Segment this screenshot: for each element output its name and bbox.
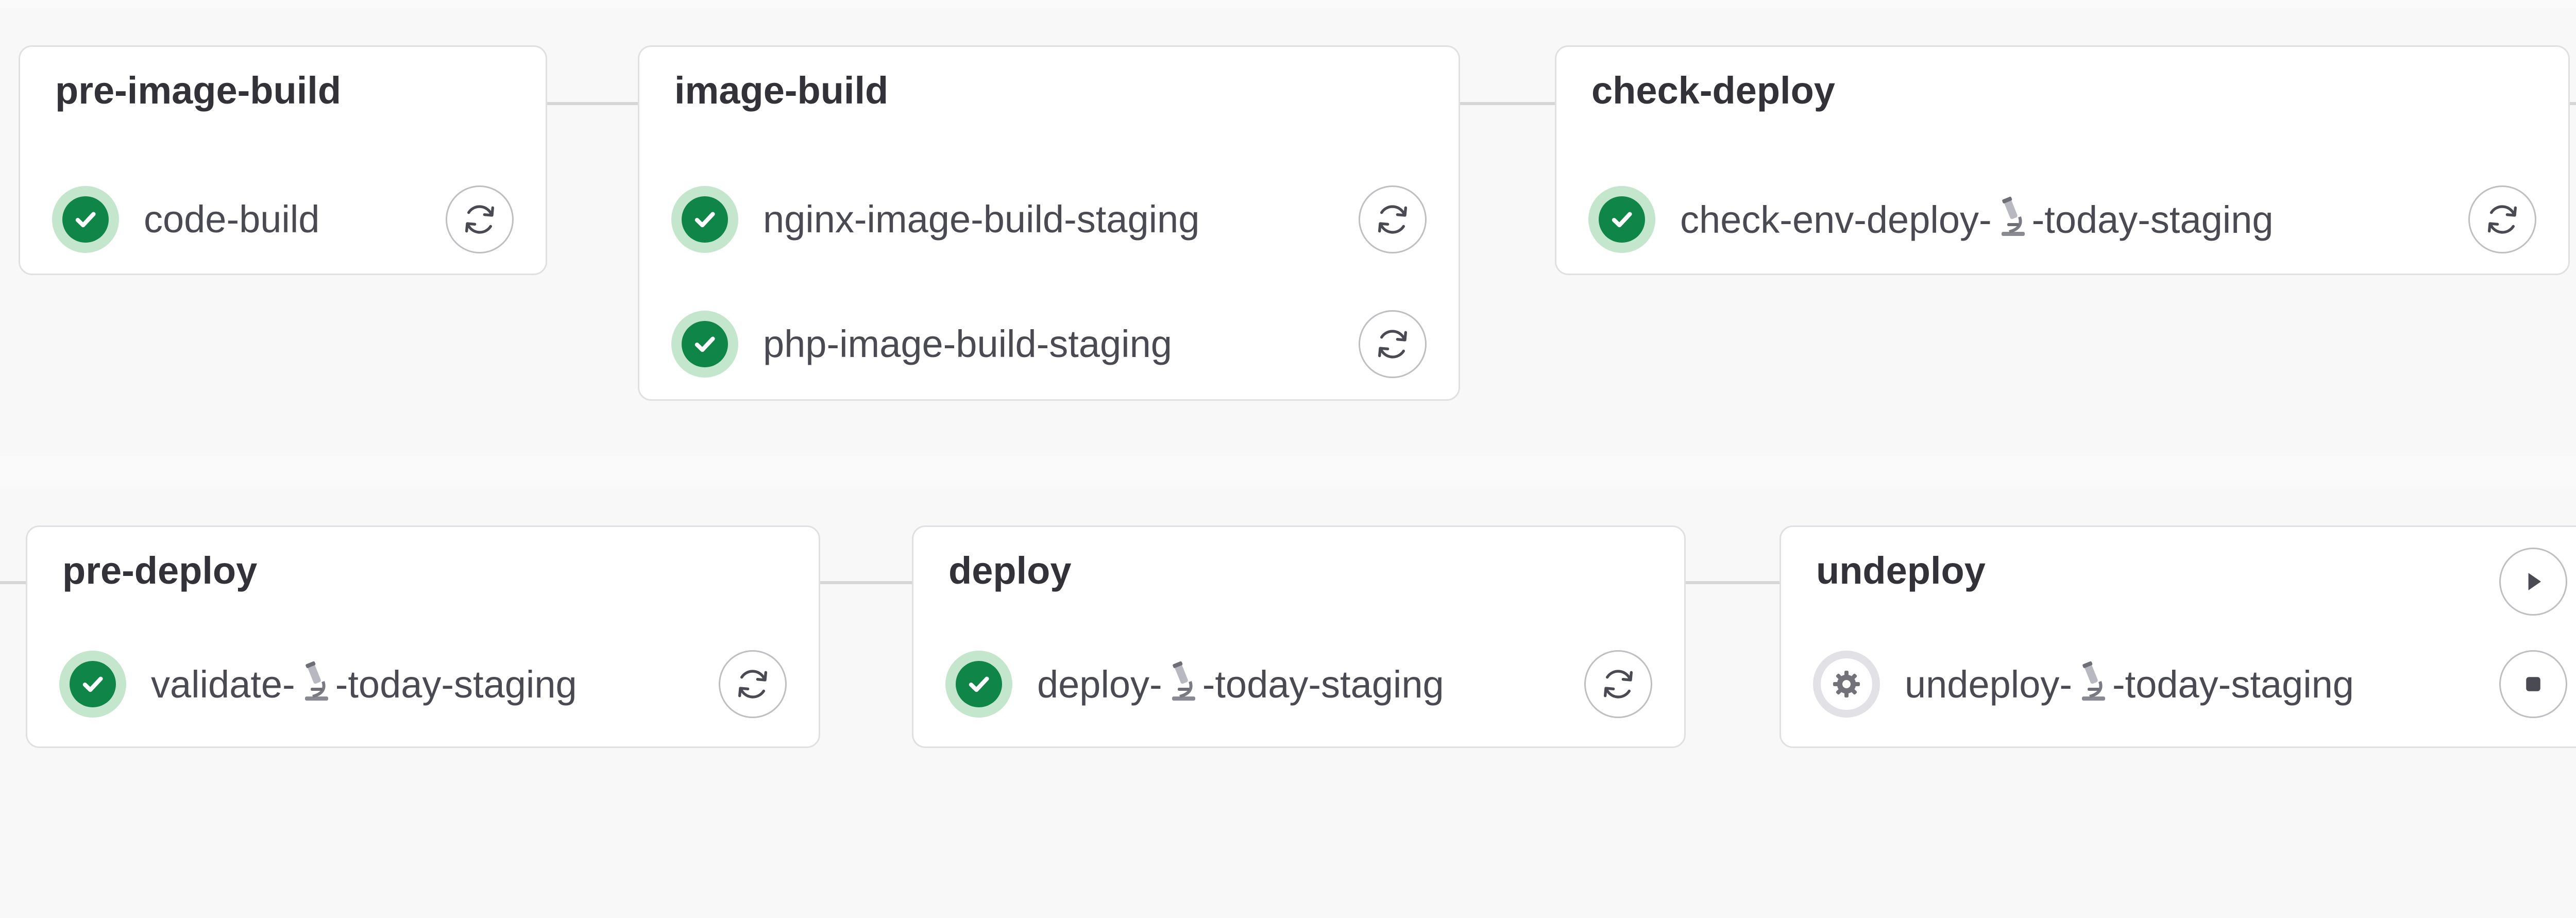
job-nginx-image-build-staging[interactable]: nginx-image-build-staging xyxy=(671,185,1427,253)
stage-connector xyxy=(2570,102,2576,105)
stage-undeploy: undeploy undeploy- -today-staging xyxy=(1780,525,2576,748)
retry-icon[interactable] xyxy=(1359,185,1427,253)
microscope-emoji-icon xyxy=(1164,660,1200,708)
job-name: nginx-image-build-staging xyxy=(763,198,1200,241)
stage-connector xyxy=(820,581,912,584)
status-success-icon xyxy=(1588,186,1655,253)
status-success-icon xyxy=(52,186,119,253)
job-validate[interactable]: validate- -today-staging xyxy=(59,650,787,718)
stage-connector xyxy=(547,102,638,105)
job-php-image-build-staging[interactable]: php-image-build-staging xyxy=(671,310,1427,378)
job-check-env-deploy[interactable]: check-env-deploy- -today-staging xyxy=(1588,185,2536,253)
status-success-icon xyxy=(59,651,126,718)
job-name: validate- -today-staging xyxy=(151,660,719,708)
job-name-suffix: -today-staging xyxy=(2112,663,2354,706)
stage-connector xyxy=(0,581,26,584)
stop-icon[interactable] xyxy=(2499,650,2567,718)
stage-title: pre-deploy xyxy=(62,549,258,592)
stage-title: check-deploy xyxy=(1591,69,1835,112)
stage-title: pre-image-build xyxy=(55,69,342,112)
stage-deploy: deploy deploy- -today-staging xyxy=(912,525,1686,748)
status-success-icon xyxy=(671,311,738,378)
retry-icon[interactable] xyxy=(1584,650,1652,718)
status-success-icon xyxy=(671,186,738,253)
job-name: deploy- -today-staging xyxy=(1037,660,1584,708)
stage-pre-image-build: pre-image-build code-build xyxy=(19,45,547,275)
status-manual-gear-icon xyxy=(1813,651,1880,718)
stage-connector xyxy=(1686,581,1780,584)
job-name-prefix: check-env-deploy- xyxy=(1680,198,1992,241)
job-name-prefix: validate- xyxy=(151,663,295,706)
job-name: undeploy- -today-staging xyxy=(1905,660,2499,708)
stage-title: undeploy xyxy=(1816,549,1986,592)
job-name: code-build xyxy=(144,198,320,241)
job-name: php-image-build-staging xyxy=(763,322,1172,365)
job-code-build[interactable]: code-build xyxy=(52,185,514,253)
job-name-suffix: -today-staging xyxy=(335,663,577,706)
microscope-emoji-icon xyxy=(2074,660,2110,708)
stage-connector xyxy=(1460,102,1555,105)
job-name-suffix: -today-staging xyxy=(2031,198,2274,241)
retry-icon[interactable] xyxy=(446,185,514,253)
job-deploy[interactable]: deploy- -today-staging xyxy=(945,650,1652,718)
job-name-prefix: undeploy- xyxy=(1905,663,2073,706)
job-undeploy[interactable]: undeploy- -today-staging xyxy=(1813,650,2567,718)
job-name-prefix: deploy- xyxy=(1037,663,1162,706)
play-icon[interactable] xyxy=(2499,548,2567,616)
job-name-suffix: -today-staging xyxy=(1202,663,1444,706)
microscope-emoji-icon xyxy=(297,660,333,708)
retry-icon[interactable] xyxy=(1359,310,1427,378)
retry-icon[interactable] xyxy=(2468,185,2536,253)
status-success-icon xyxy=(945,651,1012,718)
retry-icon[interactable] xyxy=(719,650,787,718)
microscope-emoji-icon xyxy=(1994,196,2030,243)
stage-pre-deploy: pre-deploy validate- -today-staging xyxy=(26,525,820,748)
stage-title: deploy xyxy=(948,549,1072,592)
job-name: check-env-deploy- -today-staging xyxy=(1680,196,2468,243)
stage-check-deploy: check-deploy check-env-deploy- -today-sta… xyxy=(1555,45,2570,275)
stage-image-build: image-build nginx-image-build-staging ph… xyxy=(638,45,1460,401)
stage-title: image-build xyxy=(674,69,889,112)
